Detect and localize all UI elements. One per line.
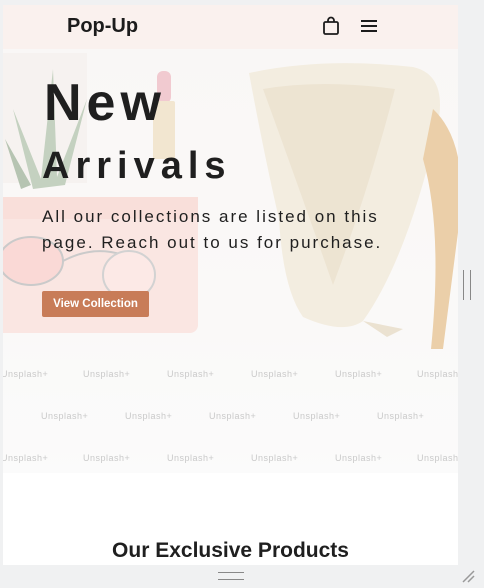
watermark: Unsplash+: [417, 453, 458, 463]
watermark: Unsplash+: [251, 369, 299, 379]
hamburger-menu-icon[interactable]: [359, 17, 379, 35]
watermark: Unsplash+: [377, 411, 425, 421]
section-title-products: Our Exclusive Products: [112, 539, 349, 562]
watermark: Unsplash+: [167, 369, 215, 379]
hero-title-new: New: [44, 74, 166, 132]
watermark: Unsplash+: [417, 369, 458, 379]
watermark: Unsplash+: [41, 411, 89, 421]
app-window: Pop-Up New Arrivals All our collections …: [3, 5, 458, 565]
watermark: Unsplash+: [167, 453, 215, 463]
watermark: Unsplash+: [209, 411, 257, 421]
watermark: Unsplash+: [251, 453, 299, 463]
watermark: Unsplash+: [335, 369, 383, 379]
view-collection-button[interactable]: View Collection: [42, 291, 149, 317]
navbar: Pop-Up: [3, 5, 458, 49]
watermark: Unsplash+: [3, 369, 49, 379]
shopping-bag-icon[interactable]: [321, 16, 341, 36]
watermark: Unsplash+: [335, 453, 383, 463]
watermark: Unsplash+: [83, 453, 131, 463]
horizontal-resize-handle[interactable]: [218, 572, 244, 580]
resize-grip-icon[interactable]: [460, 568, 476, 584]
vertical-resize-handle[interactable]: [463, 270, 471, 300]
hero-description: All our collections are listed on this p…: [42, 207, 383, 252]
hero-title-arrivals: Arrivals: [42, 145, 232, 187]
watermark: Unsplash+: [293, 411, 341, 421]
watermark: Unsplash+: [125, 411, 173, 421]
brand-logo[interactable]: Pop-Up: [67, 15, 138, 38]
watermark: Unsplash+: [3, 453, 49, 463]
hero-banner: New Arrivals All our collections are lis…: [3, 49, 458, 473]
watermark: Unsplash+: [83, 369, 131, 379]
